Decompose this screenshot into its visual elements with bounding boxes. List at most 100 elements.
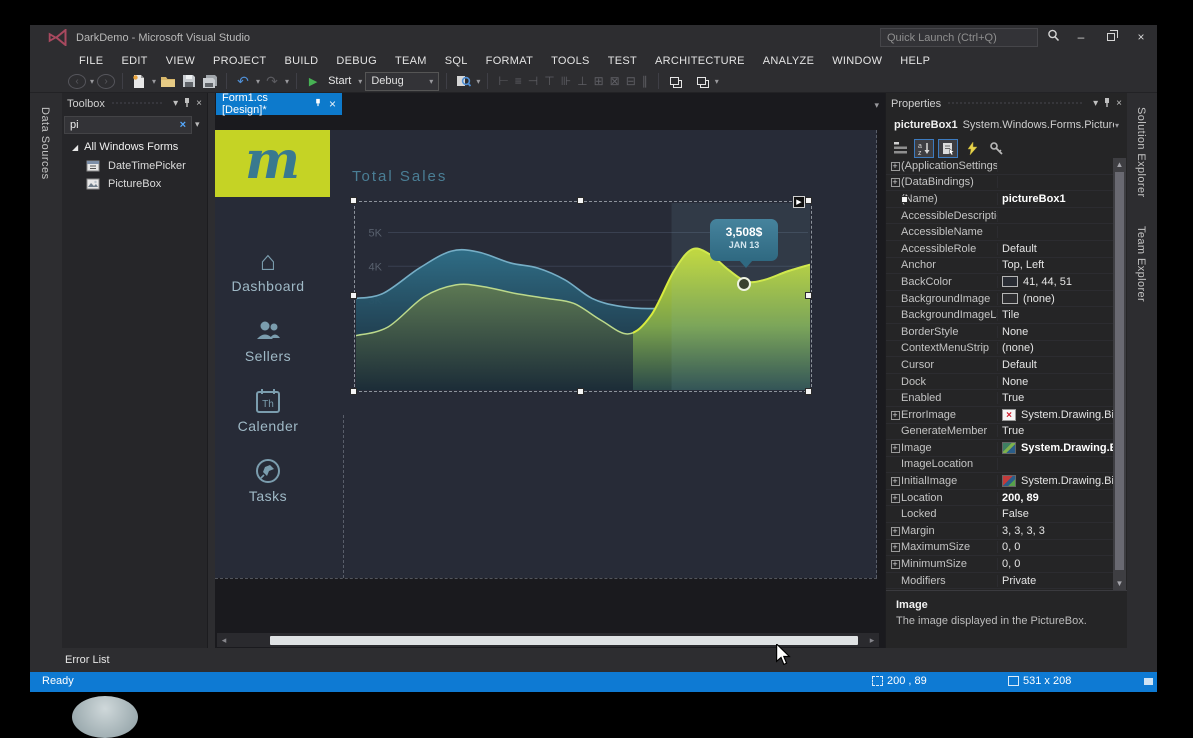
object-selector[interactable]: pictureBox1 System.Windows.Forms.Picture… (886, 114, 1127, 136)
align-tool-icon[interactable]: ⊪ (558, 74, 574, 88)
form-resize-handle[interactable] (901, 196, 908, 203)
bring-to-front-icon[interactable] (666, 71, 684, 91)
menu-item-project[interactable]: PROJECT (204, 53, 275, 69)
property-row-accessiblerole[interactable]: AccessibleRoleDefault (886, 241, 1113, 258)
chevron-down-icon[interactable]: ▾ (152, 77, 156, 86)
property-row-backgroundimagelayout[interactable]: BackgroundImageLayoutTile (886, 307, 1113, 324)
menu-item-architecture[interactable]: ARCHITECTURE (646, 53, 754, 69)
menu-item-team[interactable]: TEAM (386, 53, 436, 69)
resize-handle[interactable] (805, 388, 812, 395)
expand-toggle-icon[interactable]: + (891, 494, 900, 503)
chevron-down-icon[interactable]: ▾ (715, 77, 719, 86)
configuration-select[interactable]: Debug ▾ (365, 72, 439, 91)
scroll-up-icon[interactable]: ▲ (1113, 160, 1126, 169)
expand-toggle-icon[interactable]: + (891, 178, 900, 187)
scrollbar-thumb[interactable] (270, 636, 858, 645)
tab-team-explorer[interactable]: Team Explorer (1135, 222, 1147, 316)
undo-icon[interactable]: ↶ (234, 71, 252, 91)
save-all-icon[interactable] (201, 71, 219, 91)
close-icon[interactable]: × (329, 97, 336, 111)
property-row-anchor[interactable]: AnchorTop, Left (886, 258, 1113, 275)
close-icon[interactable]: × (196, 98, 202, 109)
property-row-contextmenustrip[interactable]: ContextMenuStrip(none) (886, 341, 1113, 358)
navigate-back-icon[interactable]: ‹ (68, 74, 86, 89)
toolbox-group-all-windows-forms[interactable]: ◢ All Windows Forms (72, 141, 178, 153)
expand-toggle-icon[interactable]: + (891, 411, 900, 420)
toolbox-search-input[interactable]: pi × (64, 116, 192, 134)
close-button[interactable]: × (1128, 29, 1154, 47)
property-row-errorimage[interactable]: +ErrorImage×System.Drawing.Bitmap (886, 407, 1113, 424)
resize-handle[interactable] (577, 197, 584, 204)
expand-toggle-icon[interactable]: + (891, 444, 900, 453)
open-folder-icon[interactable] (159, 71, 177, 91)
resize-grip[interactable] (1144, 678, 1153, 685)
menu-item-help[interactable]: HELP (891, 53, 939, 69)
quick-launch-input[interactable]: Quick Launch (Ctrl+Q) (880, 28, 1038, 47)
property-row-backcolor[interactable]: BackColor41, 44, 51 (886, 274, 1113, 291)
resize-handle[interactable] (350, 388, 357, 395)
chevron-down-icon[interactable]: ▾ (285, 77, 289, 86)
menu-item-file[interactable]: FILE (70, 53, 112, 69)
expand-toggle-icon[interactable]: + (891, 543, 900, 552)
property-row-accessibledescription[interactable]: AccessibleDescription (886, 208, 1113, 225)
property-row-cursor[interactable]: CursorDefault (886, 357, 1113, 374)
resize-handle[interactable] (805, 197, 812, 204)
toolbox-item-datetimepicker[interactable]: DateTimePicker (86, 159, 186, 172)
search-icon[interactable] (1040, 29, 1066, 47)
chevron-down-icon[interactable]: ▾ (256, 77, 260, 86)
categorized-icon[interactable] (890, 139, 910, 158)
pin-icon[interactable] (314, 98, 322, 110)
chevron-down-icon[interactable]: ▾ (1093, 98, 1098, 109)
property-row-accessiblename[interactable]: AccessibleName (886, 224, 1113, 241)
expand-toggle-icon[interactable]: + (891, 560, 900, 569)
resize-handle[interactable] (350, 197, 357, 204)
form-selection-edge[interactable] (876, 130, 877, 578)
start-button[interactable]: Start (328, 75, 351, 87)
tree-expand-icon[interactable]: ◢ (72, 143, 78, 152)
align-tool-icon[interactable]: ≡ (512, 74, 525, 88)
property-row-locked[interactable]: LockedFalse (886, 506, 1113, 523)
property-row-margin[interactable]: +Margin3, 3, 3, 3 (886, 523, 1113, 540)
menu-item-debug[interactable]: DEBUG (327, 53, 386, 69)
tab-form1-design[interactable]: Form1.cs [Design]* × (216, 93, 342, 115)
chevron-down-icon[interactable]: ▾ (195, 119, 200, 130)
align-tool-icon[interactable]: ⊞ (591, 74, 607, 88)
property-row-generatemember[interactable]: GenerateMemberTrue (886, 424, 1113, 441)
events-icon[interactable] (962, 139, 982, 158)
property-row-enabled[interactable]: EnabledTrue (886, 390, 1113, 407)
tab-solution-explorer[interactable]: Solution Explorer (1135, 103, 1147, 212)
scroll-down-icon[interactable]: ▼ (1113, 579, 1126, 588)
property-row-location[interactable]: +Location200, 89 (886, 490, 1113, 507)
scroll-right-icon[interactable]: ▸ (865, 635, 879, 646)
property-row-image[interactable]: +ImageSystem.Drawing.Bitmap (886, 440, 1113, 457)
tab-data-sources[interactable]: Data Sources (39, 107, 51, 180)
close-icon[interactable]: × (1116, 98, 1122, 109)
expand-toggle-icon[interactable]: + (891, 477, 900, 486)
align-tool-icon[interactable]: ∥ (639, 74, 651, 88)
align-tool-icon[interactable]: ⊣ (525, 74, 541, 88)
toolbox-item-picturebox[interactable]: PictureBox (86, 177, 161, 190)
properties-view-icon[interactable] (938, 139, 958, 158)
align-tool-icon[interactable]: ⊤ (541, 74, 557, 88)
navigate-forward-icon[interactable]: › (97, 74, 115, 89)
property-row-modifiers[interactable]: ModifiersPrivate (886, 573, 1113, 590)
save-icon[interactable] (180, 71, 198, 91)
chevron-down-icon[interactable]: ▾ (476, 77, 480, 86)
align-tool-icon[interactable]: ⊠ (607, 74, 623, 88)
menu-item-build[interactable]: BUILD (275, 53, 327, 69)
restore-button[interactable] (1098, 29, 1124, 47)
chevron-down-icon[interactable]: ▾ (358, 77, 362, 86)
expand-toggle-icon[interactable]: + (891, 527, 900, 536)
menu-item-view[interactable]: VIEW (157, 53, 204, 69)
redo-icon[interactable]: ↷ (263, 71, 281, 91)
new-file-icon[interactable] (130, 71, 148, 91)
menu-item-test[interactable]: TEST (599, 53, 646, 69)
align-tool-icon[interactable]: ⊟ (623, 74, 639, 88)
property-row-minimumsize[interactable]: +MinimumSize0, 0 (886, 556, 1113, 573)
menu-item-sql[interactable]: SQL (436, 53, 477, 69)
chevron-down-icon[interactable]: ▾ (90, 77, 94, 86)
minimize-button[interactable]: – (1068, 29, 1094, 47)
resize-handle[interactable] (577, 388, 584, 395)
pin-icon[interactable] (1103, 97, 1111, 110)
property-row-maximumsize[interactable]: +MaximumSize0, 0 (886, 540, 1113, 557)
